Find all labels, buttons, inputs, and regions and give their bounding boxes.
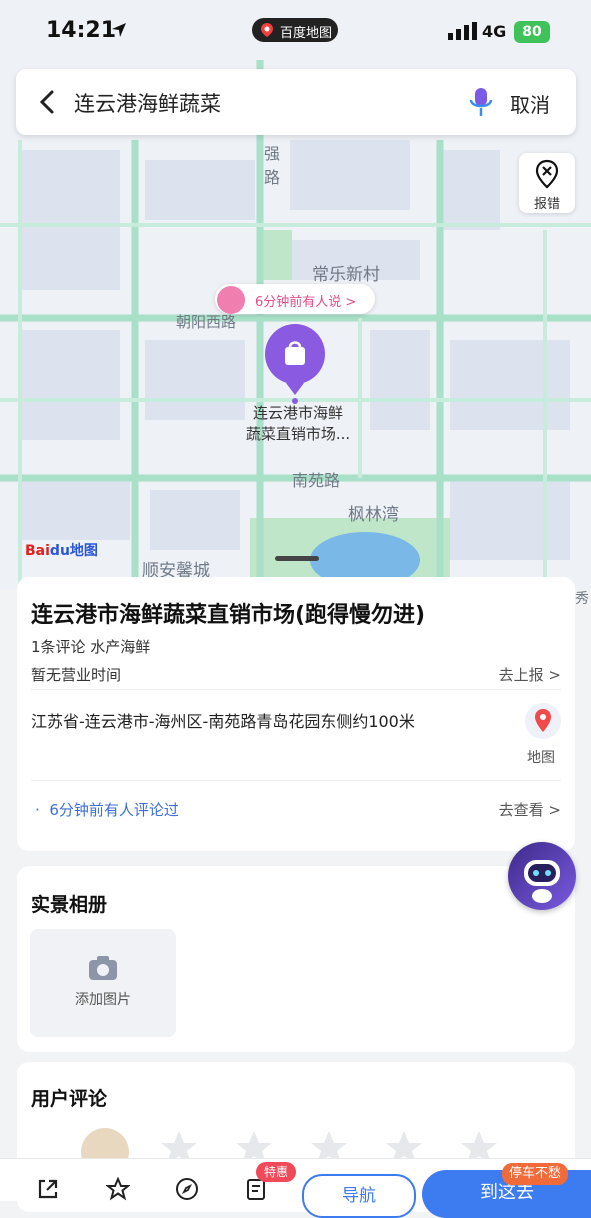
- report-error-button[interactable]: 报错: [519, 153, 575, 213]
- view-reviews-link[interactable]: 去查看 >: [499, 799, 561, 820]
- road-label: 朝阳西路: [176, 313, 237, 331]
- divider: [31, 780, 561, 781]
- map-button-label[interactable]: 地图: [527, 747, 555, 767]
- camera-icon: [89, 956, 117, 980]
- poi-address: 江苏省-连云港市-海州区-南苑路青岛花园东侧约100米: [31, 712, 415, 731]
- road-label: 路: [264, 168, 281, 187]
- add-photo-label: 添加图片: [75, 992, 131, 1008]
- business-hours: 暂无营业时间: [31, 666, 122, 684]
- map-location-icon[interactable]: [525, 703, 561, 739]
- map-pin-icon: [261, 23, 273, 37]
- microphone-icon[interactable]: [468, 86, 494, 118]
- cancel-button[interactable]: 取消: [510, 89, 550, 118]
- bubble-text: 6分钟前有人说 >: [255, 295, 357, 310]
- battery-icon: 80: [514, 21, 550, 43]
- ai-assistant-button[interactable]: [508, 842, 576, 910]
- poi-meta: 1条评论 水产海鲜: [31, 638, 151, 656]
- poi-label-line: 连云港市海鲜: [252, 404, 343, 422]
- recent-review-note[interactable]: · 6分钟前有人评论过: [35, 799, 179, 820]
- status-bar: 14:21 百度地图 4G 80: [0, 0, 591, 62]
- signal-icon: [448, 22, 477, 40]
- poi-map-label: 连云港市海鲜 蔬菜直销市场...: [233, 403, 363, 445]
- compass-icon[interactable]: [175, 1177, 199, 1201]
- album-title: 实景相册: [31, 894, 108, 916]
- area-label: 枫林湾: [348, 505, 399, 525]
- status-time: 14:21: [46, 18, 117, 43]
- poi-info-card[interactable]: 连云港市海鲜蔬菜直销市场(跑得慢勿进) 1条评论 水产海鲜 暂无营业时间 去上报…: [17, 577, 575, 851]
- parking-badge: 停车不愁: [502, 1163, 568, 1185]
- shopping-bag-pin-icon[interactable]: [264, 323, 326, 405]
- navigate-button[interactable]: 导航: [302, 1174, 416, 1218]
- location-arrow-icon: [112, 23, 126, 37]
- network-type: 4G: [482, 22, 507, 41]
- reviews-title: 用户评论: [31, 1088, 108, 1110]
- add-photo-button[interactable]: 添加图片: [30, 929, 176, 1037]
- poi-label-line: 蔬菜直销市场...: [245, 425, 351, 443]
- divider: [31, 689, 561, 690]
- map-pin-icon: [535, 709, 551, 732]
- app-indicator[interactable]: 百度地图: [252, 18, 338, 42]
- report-hours-link[interactable]: 去上报 >: [499, 664, 561, 685]
- photo-album-card: 实景相册 添加图片: [17, 866, 575, 1052]
- area-label: 秀: [575, 591, 589, 607]
- baidu-logo: Baidu地图: [25, 543, 98, 559]
- search-bar[interactable]: 连云港海鲜蔬菜 取消: [16, 69, 576, 135]
- app-name: 百度地图: [280, 26, 333, 41]
- poi-title: 连云港市海鲜蔬菜直销市场(跑得慢勿进): [31, 603, 426, 628]
- report-pin-icon: [535, 159, 559, 189]
- robot-icon: [524, 860, 560, 903]
- deal-badge: 特惠: [256, 1162, 296, 1182]
- back-icon[interactable]: [36, 89, 60, 115]
- report-label: 报错: [533, 197, 560, 212]
- share-icon[interactable]: [36, 1177, 60, 1201]
- drag-handle[interactable]: [275, 556, 319, 561]
- search-input[interactable]: 连云港海鲜蔬菜: [74, 88, 221, 118]
- road-label: 强: [264, 144, 281, 163]
- recent-comment-bubble[interactable]: 6分钟前有人说 >: [215, 284, 375, 314]
- area-label: 常乐新村: [312, 265, 380, 285]
- road-label: 南苑路: [292, 471, 341, 490]
- avatar: [217, 286, 245, 314]
- star-favorite-icon[interactable]: [106, 1177, 130, 1201]
